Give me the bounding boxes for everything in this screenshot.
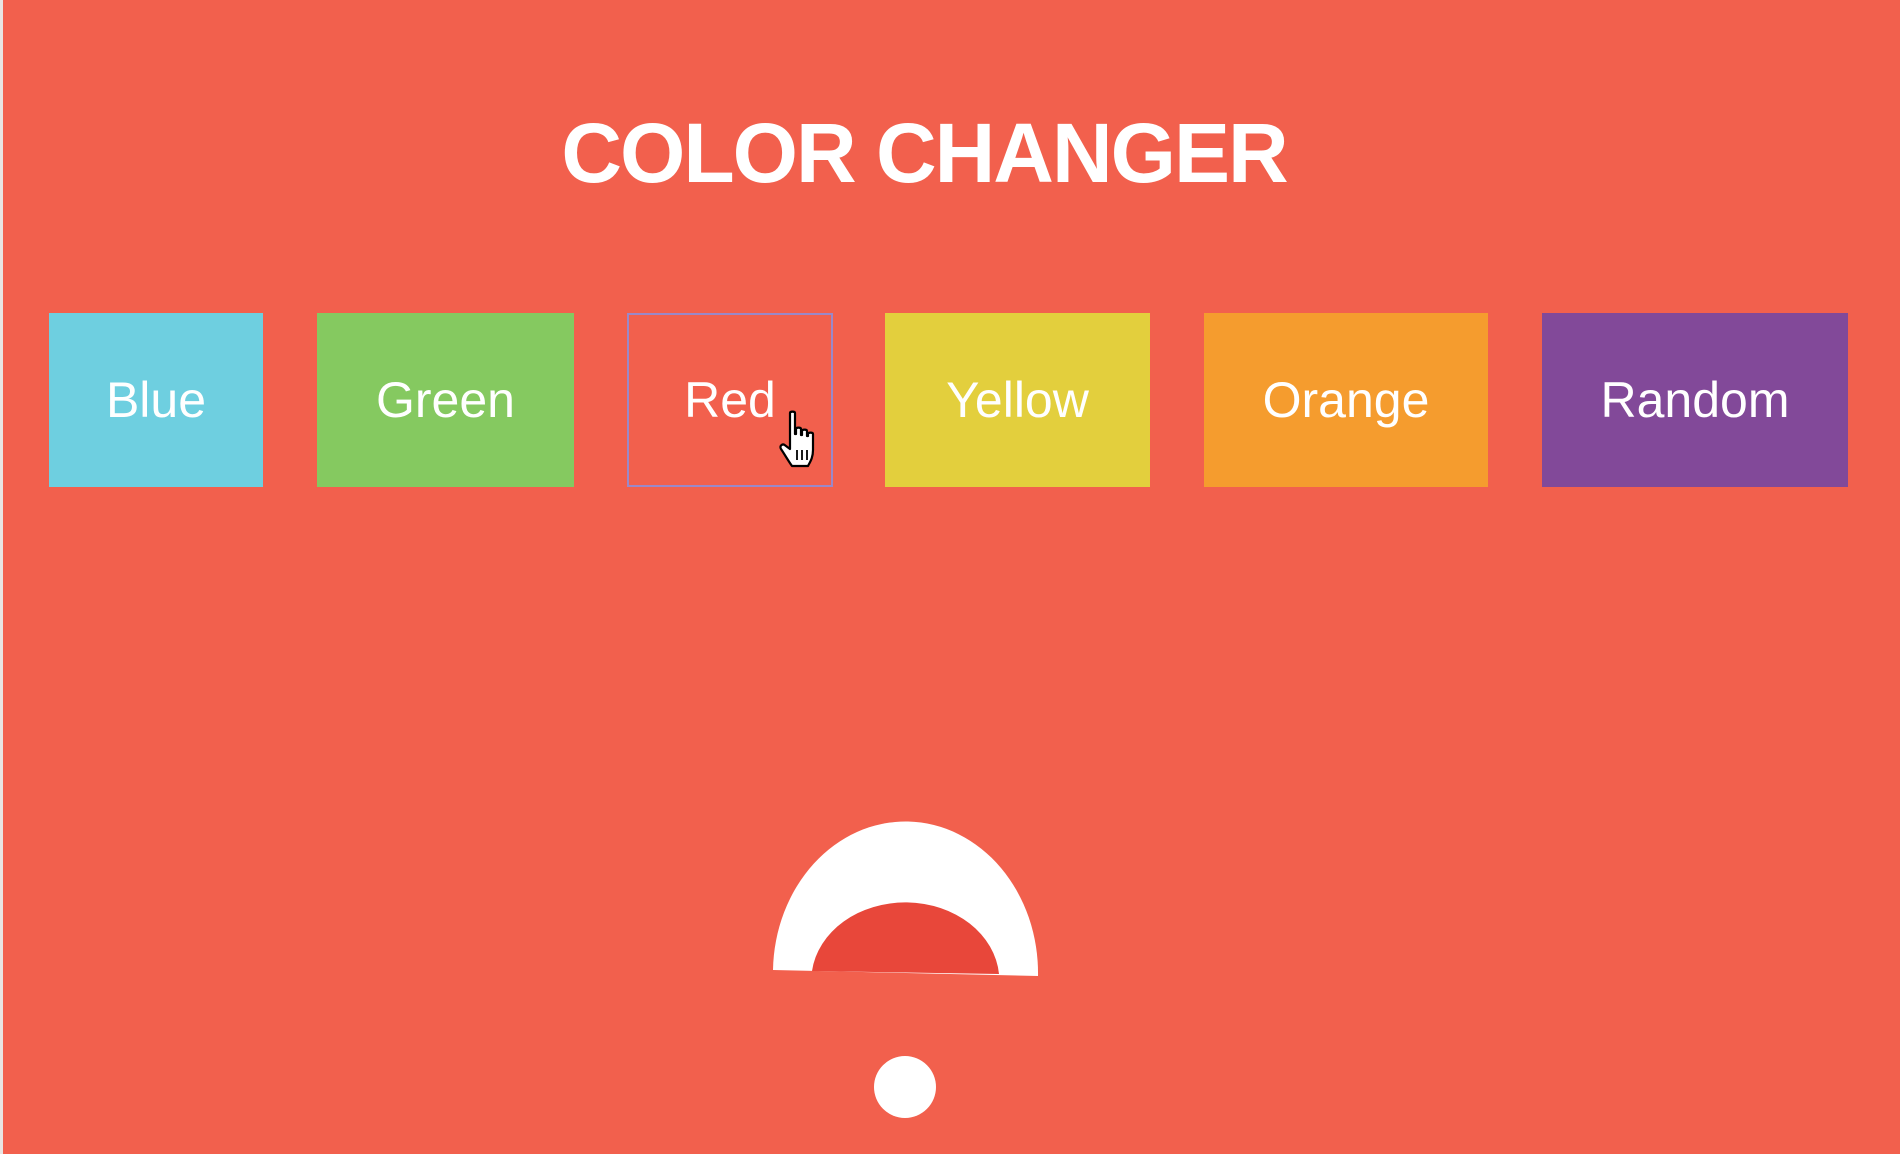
dot-shape xyxy=(874,1056,936,1118)
decorative-figure xyxy=(773,821,1039,1118)
